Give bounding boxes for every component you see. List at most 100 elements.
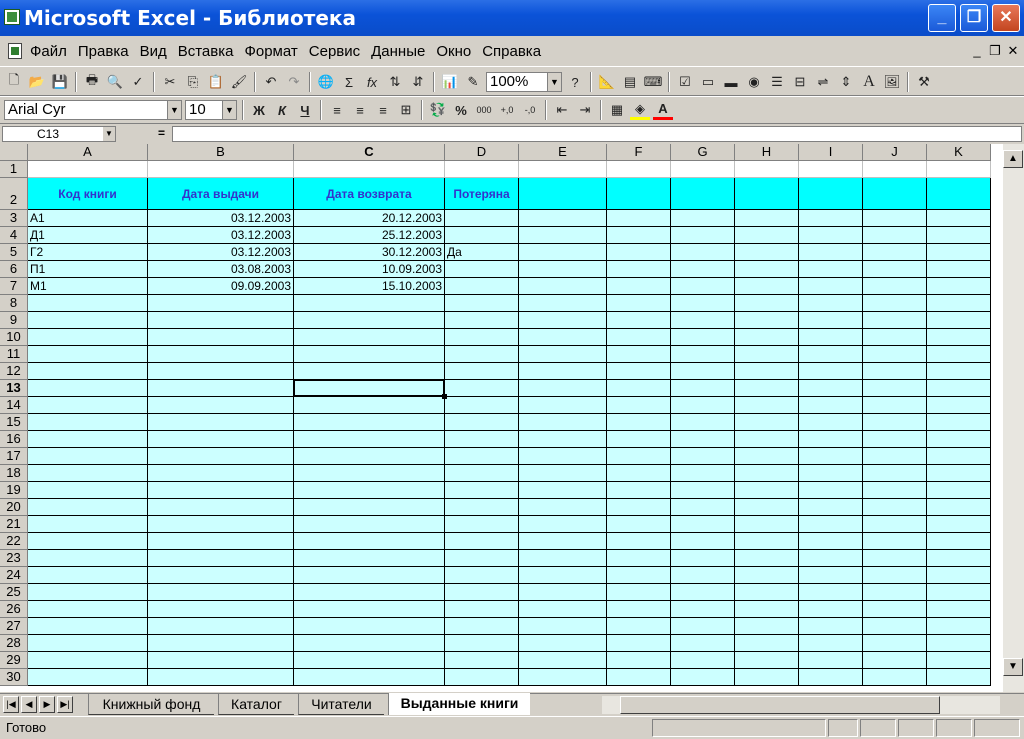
grid-cell[interactable] [799, 499, 863, 516]
grid-cell[interactable] [735, 329, 799, 346]
grid-cell[interactable] [445, 261, 519, 278]
grid-cell[interactable] [519, 414, 607, 431]
grid-cell[interactable] [735, 584, 799, 601]
grid-cell[interactable] [148, 312, 294, 329]
grid-cell[interactable] [607, 550, 671, 567]
grid-cell[interactable] [799, 448, 863, 465]
grid-cell[interactable] [607, 346, 671, 363]
row-header[interactable]: 22 [0, 533, 28, 550]
grid-cell[interactable] [607, 278, 671, 295]
grid-cell[interactable] [28, 161, 148, 178]
grid-cell[interactable] [927, 431, 991, 448]
grid-cell[interactable] [799, 567, 863, 584]
row-header[interactable]: 20 [0, 499, 28, 516]
grid-cell[interactable] [735, 465, 799, 482]
grid-cell[interactable]: Дата возврата [294, 178, 445, 210]
grid-cell[interactable] [671, 397, 735, 414]
grid-cell[interactable] [28, 431, 148, 448]
grid-cell[interactable] [607, 516, 671, 533]
grid-cell[interactable] [294, 363, 445, 380]
grid-cell[interactable] [863, 346, 927, 363]
grid-cell[interactable] [607, 161, 671, 178]
grid-cell[interactable] [799, 618, 863, 635]
column-header[interactable]: F [607, 144, 671, 161]
grid-cell[interactable] [148, 482, 294, 499]
font-name-select[interactable]: Arial Cyr ▼ [4, 100, 182, 120]
grid-cell[interactable] [28, 669, 148, 686]
grid-cell[interactable] [148, 397, 294, 414]
open-folder-icon[interactable]: 📂 [27, 72, 47, 92]
minimize-button[interactable]: _ [928, 4, 956, 32]
grid-cell[interactable] [671, 601, 735, 618]
grid-cell[interactable]: 03.08.2003 [148, 261, 294, 278]
grid-cell[interactable] [445, 295, 519, 312]
column-header[interactable]: A [28, 144, 148, 161]
grid-cell[interactable] [445, 329, 519, 346]
row-header[interactable]: 12 [0, 363, 28, 380]
grid-cell[interactable] [445, 550, 519, 567]
chart-wizard-icon[interactable]: 📊 [440, 72, 460, 92]
formula-input[interactable] [172, 126, 1022, 142]
grid-cell[interactable] [863, 601, 927, 618]
grid-cell[interactable] [927, 550, 991, 567]
grid-cell[interactable] [28, 346, 148, 363]
grid-cell[interactable] [519, 584, 607, 601]
grid-cell[interactable] [927, 380, 991, 397]
grid-cell[interactable] [294, 465, 445, 482]
toggle-button-icon[interactable]: ⇌ [813, 72, 833, 92]
grid-cell[interactable] [671, 431, 735, 448]
grid-cell[interactable] [28, 567, 148, 584]
grid-cell[interactable] [28, 635, 148, 652]
menu-item[interactable]: Данные [371, 43, 425, 60]
grid-cell[interactable] [28, 295, 148, 312]
grid-cell[interactable]: Код книги [28, 178, 148, 210]
grid-cell[interactable] [28, 363, 148, 380]
menu-item[interactable]: Сервис [309, 43, 360, 60]
grid-cell[interactable] [445, 380, 519, 397]
grid-cell[interactable]: 30.12.2003 [294, 244, 445, 261]
grid-cell[interactable] [863, 397, 927, 414]
grid-cell[interactable] [607, 618, 671, 635]
row-header[interactable]: 23 [0, 550, 28, 567]
row-header[interactable]: 2 [0, 178, 28, 210]
column-header[interactable]: K [927, 144, 991, 161]
grid-cell[interactable] [863, 482, 927, 499]
grid-cell[interactable] [519, 397, 607, 414]
grid-cell[interactable] [519, 329, 607, 346]
grid-cell[interactable] [445, 312, 519, 329]
grid-cell[interactable]: 03.12.2003 [148, 227, 294, 244]
grid-cell[interactable] [927, 635, 991, 652]
grid-cell[interactable] [445, 346, 519, 363]
view-code-icon[interactable]: ⌨ [643, 72, 663, 92]
grid-cell[interactable]: 03.12.2003 [148, 210, 294, 227]
grid-cell[interactable] [671, 465, 735, 482]
grid-cell[interactable] [863, 178, 927, 210]
grid-cell[interactable] [294, 312, 445, 329]
grid-cell[interactable] [519, 363, 607, 380]
grid-cell[interactable] [445, 431, 519, 448]
merge-center-icon[interactable]: ⊞ [396, 100, 416, 120]
grid-cell[interactable] [519, 601, 607, 618]
grid-cell[interactable] [445, 635, 519, 652]
grid-cell[interactable] [28, 329, 148, 346]
grid-cell[interactable] [863, 550, 927, 567]
grid-cell[interactable] [799, 210, 863, 227]
grid-cell[interactable] [519, 635, 607, 652]
grid-cell[interactable] [519, 295, 607, 312]
grid-cell[interactable] [607, 295, 671, 312]
grid-cell[interactable] [607, 431, 671, 448]
new-file-icon[interactable]: 🗋 [4, 72, 24, 92]
row-header[interactable]: 5 [0, 244, 28, 261]
grid-cell[interactable] [735, 244, 799, 261]
grid-cell[interactable] [735, 567, 799, 584]
row-header[interactable]: 29 [0, 652, 28, 669]
grid-cell[interactable] [927, 312, 991, 329]
grid-cell[interactable] [671, 652, 735, 669]
grid-cell[interactable] [28, 499, 148, 516]
grid-cell[interactable] [671, 618, 735, 635]
grid-cell[interactable] [927, 533, 991, 550]
grid-cell[interactable] [671, 669, 735, 686]
grid-cell[interactable] [519, 533, 607, 550]
grid-cell[interactable] [294, 380, 445, 397]
grid-cell[interactable] [445, 516, 519, 533]
